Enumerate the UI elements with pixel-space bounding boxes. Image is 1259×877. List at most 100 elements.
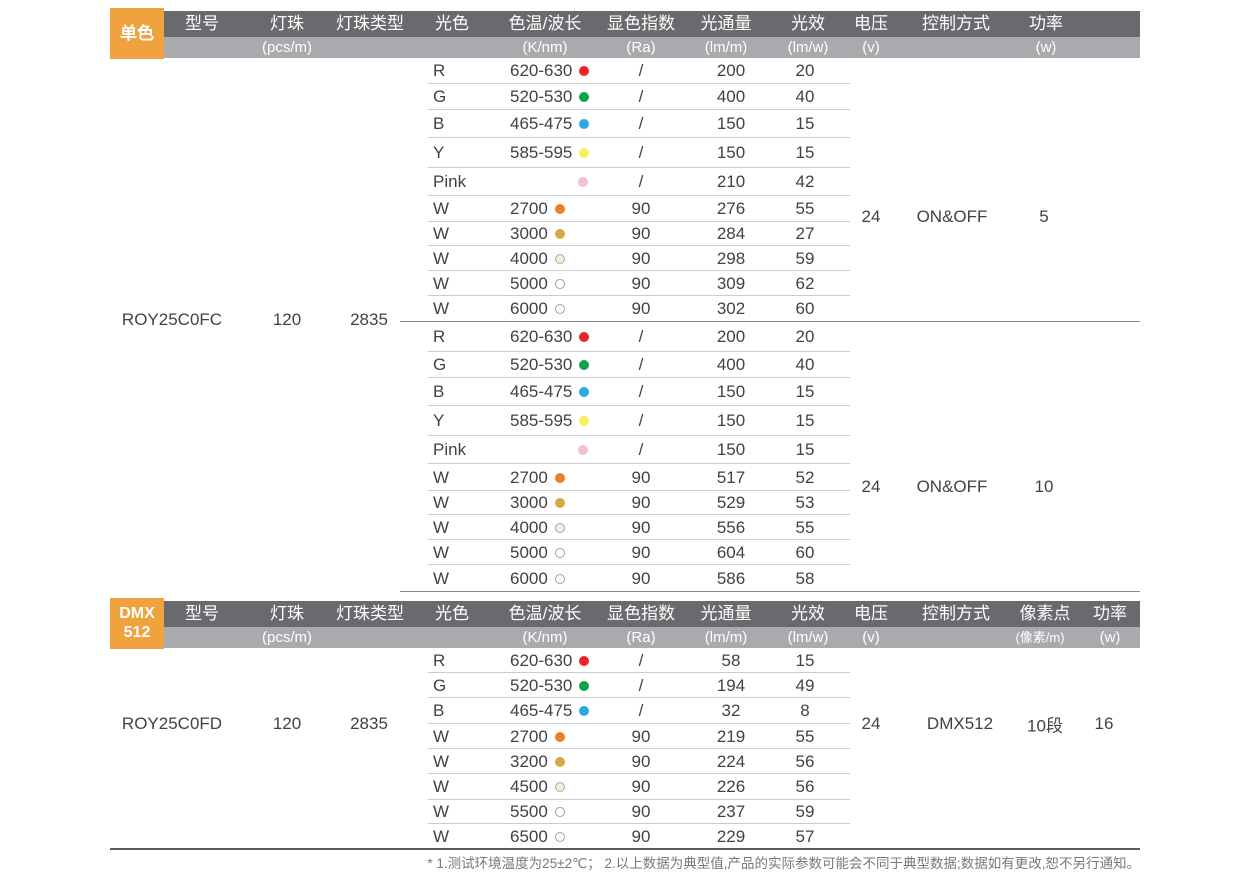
efficacy-cell: 52 <box>796 468 815 488</box>
table-row: R620-630/5815 <box>110 648 1140 673</box>
table2-body: R620-630/5815G520-530/19449B465-475/328W… <box>110 648 1140 849</box>
table-row: W60009058658 <box>110 565 1140 592</box>
cri-cell: 90 <box>632 827 651 847</box>
w6000-color-dot-icon <box>555 832 565 842</box>
luminous-flux-cell: 150 <box>717 114 745 134</box>
luminous-flux-cell: 298 <box>717 249 745 269</box>
cct-wavelength-value: 3000 <box>510 493 548 513</box>
efficacy-cell: 59 <box>796 802 815 822</box>
w5000-color-dot-icon <box>555 548 565 558</box>
cri-cell: / <box>639 440 644 460</box>
cct-wavelength-cell: 3200 <box>510 752 565 772</box>
cct-wavelength-value: 620-630 <box>510 651 572 671</box>
w2700-color-dot-icon <box>555 204 565 214</box>
w5000-color-dot-icon <box>555 807 565 817</box>
cct-wavelength-cell: 5500 <box>510 802 565 822</box>
cri-cell: / <box>639 676 644 696</box>
efficacy-cell: 59 <box>796 249 815 269</box>
cct-wavelength-value: 4000 <box>510 249 548 269</box>
cri-cell: 90 <box>632 752 651 772</box>
col-header-color: 光色 <box>435 601 469 627</box>
cct-wavelength-value: 465-475 <box>510 114 572 134</box>
col-header-type: 灯珠类型 <box>336 11 404 37</box>
w2700-color-dot-icon <box>555 473 565 483</box>
footer-note: * 1.测试环境温度为25±2℃； 2.以上数据为典型值,产品的实际参数可能会不… <box>427 852 1140 872</box>
cri-cell: / <box>639 355 644 375</box>
w3000-color-dot-icon <box>555 498 565 508</box>
col-unit-pcs: (pcs/m) <box>262 627 312 648</box>
green-color-dot-icon <box>579 681 589 691</box>
light-color-cell: R <box>433 61 445 81</box>
efficacy-cell: 55 <box>796 727 815 747</box>
cct-wavelength-value: 6000 <box>510 299 548 319</box>
model-cell: ROY25C0FD <box>122 714 222 734</box>
luminous-flux-cell: 150 <box>717 440 745 460</box>
cri-cell: 90 <box>632 274 651 294</box>
luminous-flux-cell: 586 <box>717 569 745 589</box>
cct-wavelength-cell: 3000 <box>510 224 565 244</box>
tag-label-line1: DMX <box>119 605 155 623</box>
cri-cell: 90 <box>632 299 651 319</box>
table-row: G520-530/40040 <box>110 84 1140 110</box>
col-header-cct: 色温/波长 <box>509 11 582 37</box>
cri-cell: 90 <box>632 777 651 797</box>
light-color-cell: G <box>433 87 446 107</box>
efficacy-cell: 15 <box>796 411 815 431</box>
col-unit-voltage: (v) <box>862 627 880 648</box>
light-color-cell: R <box>433 651 445 671</box>
cri-cell: / <box>639 327 644 347</box>
table-row: W50009030962 <box>110 271 1140 296</box>
cct-wavelength-cell: 6000 <box>510 569 565 589</box>
cri-cell: / <box>639 382 644 402</box>
cct-wavelength-cell: 3000 <box>510 493 565 513</box>
luminous-flux-cell: 224 <box>717 752 745 772</box>
col-header-flux: 光通量 <box>701 601 752 627</box>
table2-bottom-border <box>110 848 1140 850</box>
table1-body: R620-630/20020G520-530/40040B465-475/150… <box>110 58 1140 592</box>
luminous-flux-cell: 302 <box>717 299 745 319</box>
cri-cell: 90 <box>632 224 651 244</box>
luminous-flux-cell: 150 <box>717 382 745 402</box>
light-color-cell: R <box>433 327 445 347</box>
light-color-cell: W <box>433 249 449 269</box>
cct-wavelength-value: 4000 <box>510 518 548 538</box>
pcs-cell: 120 <box>273 310 301 330</box>
cct-wavelength-cell: 520-530 <box>510 87 589 107</box>
col-header-pcs: 灯珠 <box>270 601 304 627</box>
col-header-cct: 色温/波长 <box>509 601 582 627</box>
luminous-flux-cell: 210 <box>717 172 745 192</box>
cct-wavelength-cell: 4000 <box>510 249 565 269</box>
cct-wavelength-value: 2700 <box>510 727 548 747</box>
power-cell: 5 <box>1039 207 1048 227</box>
luminous-flux-cell: 556 <box>717 518 745 538</box>
col-header-flux: 光通量 <box>701 11 752 37</box>
efficacy-cell: 40 <box>796 87 815 107</box>
luminous-flux-cell: 309 <box>717 274 745 294</box>
control-cell: ON&OFF <box>917 477 988 497</box>
cri-cell: / <box>639 411 644 431</box>
cri-cell: / <box>639 87 644 107</box>
cri-cell: / <box>639 143 644 163</box>
cct-wavelength-cell: 465-475 <box>510 114 589 134</box>
yellow-color-dot-icon <box>579 148 589 158</box>
blue-color-dot-icon <box>579 706 589 716</box>
luminous-flux-cell: 400 <box>717 355 745 375</box>
red-color-dot-icon <box>579 66 589 76</box>
cct-wavelength-value: 520-530 <box>510 87 572 107</box>
table-row: B465-475/15015 <box>110 378 1140 406</box>
w4000-color-dot-icon <box>555 782 565 792</box>
luminous-flux-cell: 194 <box>717 676 745 696</box>
power-cell: 10 <box>1035 477 1054 497</box>
light-color-cell: W <box>433 299 449 319</box>
led-type-cell: 2835 <box>350 714 388 734</box>
cct-wavelength-value: 465-475 <box>510 382 572 402</box>
control-cell: DMX512 <box>927 714 993 734</box>
cct-wavelength-value: 2700 <box>510 468 548 488</box>
light-color-cell: W <box>433 777 449 797</box>
light-color-cell: W <box>433 543 449 563</box>
voltage-cell: 24 <box>862 207 881 227</box>
col-header-type: 灯珠类型 <box>336 601 404 627</box>
cct-wavelength-cell: 4500 <box>510 777 565 797</box>
luminous-flux-cell: 276 <box>717 199 745 219</box>
light-color-cell: W <box>433 518 449 538</box>
